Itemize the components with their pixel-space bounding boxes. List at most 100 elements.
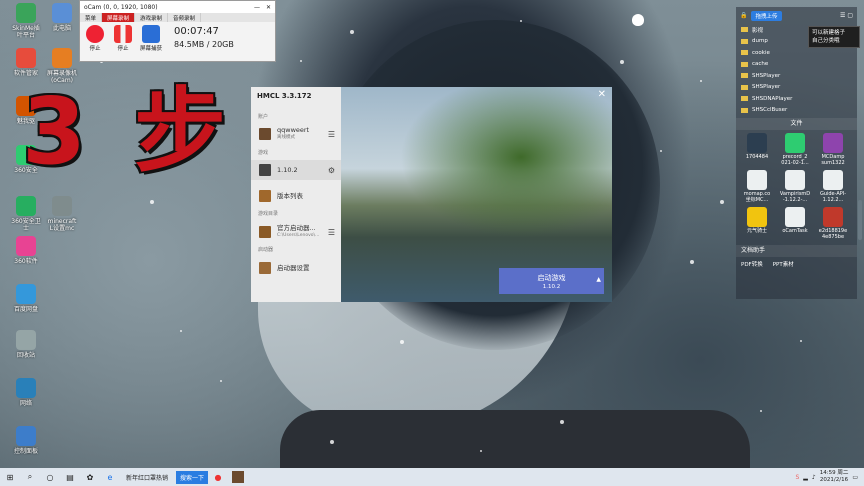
network-icon[interactable]: ▂ xyxy=(803,474,808,481)
snowflake xyxy=(350,30,354,34)
version-list-item[interactable]: 版本列表 xyxy=(251,186,341,206)
folder-item[interactable]: cookie xyxy=(736,47,857,59)
file-item[interactable]: MCDamp sum1322 xyxy=(814,133,852,166)
file-item[interactable]: oCamTask xyxy=(776,207,814,240)
app-icon xyxy=(52,196,72,216)
list-icon[interactable]: ☰ xyxy=(328,228,335,237)
app-icon xyxy=(16,378,36,398)
folder-item[interactable]: SHSDNAPlayer xyxy=(736,93,857,105)
folder-icon xyxy=(741,84,748,90)
snowflake xyxy=(800,340,802,342)
snowflake xyxy=(300,60,302,62)
minecraft-taskbar-icon[interactable] xyxy=(232,471,245,483)
desktop-icon[interactable]: 控制面板 xyxy=(4,426,48,455)
file-icon xyxy=(747,170,767,190)
file-item[interactable]: precord_2 021-02-1... xyxy=(776,133,814,166)
snowflake xyxy=(700,80,702,82)
panel-header: 🔒 拖拽上传 ☰ ▢ xyxy=(736,7,857,24)
search-icon[interactable]: ⌕ xyxy=(24,471,36,483)
game-dir-name: 官方启动器... xyxy=(277,224,316,232)
record-time: 00:07:47 xyxy=(174,26,219,37)
search-button[interactable]: 搜索一下 xyxy=(176,470,209,484)
app-icon xyxy=(16,330,36,350)
folder-item[interactable]: cache xyxy=(736,59,857,71)
folder-chest-icon xyxy=(259,226,271,238)
desktop-icon[interactable]: 网络 xyxy=(4,378,48,407)
launch-version: 1.10.2 xyxy=(542,284,561,290)
desktop-icon-label: 百度网盘 xyxy=(13,306,38,313)
file-item[interactable]: VampirismD -1.12.2-... xyxy=(776,170,814,203)
folder-label: 影视 xyxy=(752,27,764,34)
folder-item[interactable]: SHSCclBuser xyxy=(736,105,857,117)
tab-screen-record[interactable]: 屏幕录制 xyxy=(102,13,136,22)
file-label: 元气骑士 xyxy=(746,228,767,234)
tab-game-record[interactable]: 游戏录制 xyxy=(135,13,169,22)
tab-audio-record[interactable]: 音频录制 xyxy=(168,13,202,22)
folder-item[interactable]: SHSPlayer xyxy=(736,70,857,82)
folder-item[interactable]: SHSPlayer xyxy=(736,82,857,94)
ocam-window[interactable]: oCam (0, 0, 1920, 1080) — ✕ 菜单 屏幕录制 游戏录制 … xyxy=(79,0,276,62)
launcher-settings-item[interactable]: 启动器设置 xyxy=(251,258,341,278)
tab-menu[interactable]: 菜单 xyxy=(80,13,103,22)
files-title: 文件 xyxy=(736,118,857,130)
close-icon[interactable]: ✕ xyxy=(266,4,271,11)
desktop-icon[interactable]: 百度网盘 xyxy=(4,284,48,313)
ocam-tabs: 菜单 屏幕录制 游戏录制 音频录制 xyxy=(80,13,275,22)
ocam-titlebar[interactable]: oCam (0, 0, 1920, 1080) — ✕ xyxy=(80,1,275,13)
taskbar-browser-tab[interactable]: 新年红口罩热销 xyxy=(126,473,168,482)
desktop-icon[interactable]: 360软件 xyxy=(4,236,48,265)
desktop-icon-label: 此电脑 xyxy=(52,25,71,32)
task-view-icon[interactable]: ▤ xyxy=(64,471,76,483)
ocam-taskbar-icon[interactable]: ● xyxy=(212,471,224,483)
windows-start-icon[interactable]: ⊞ xyxy=(4,471,16,483)
file-item[interactable]: 1704484 xyxy=(738,133,776,166)
game-dir-item[interactable]: 官方启动器... C:\Users\Lenovo\... ☰ xyxy=(251,222,341,242)
list-icon[interactable]: ☰ xyxy=(328,130,335,139)
ppt-material-button[interactable]: PPT素材 xyxy=(773,260,794,268)
sogou-icon[interactable]: S xyxy=(795,474,799,481)
hmcl-title: HMCL 3.3.172 xyxy=(257,92,312,100)
minimize-icon[interactable]: — xyxy=(254,4,260,11)
app-icon xyxy=(16,236,36,256)
lock-icon[interactable]: 🔒 xyxy=(740,12,747,19)
capture-button[interactable]: 屏幕捕获 xyxy=(140,25,162,52)
browser-icon[interactable]: e xyxy=(104,471,116,483)
account-item[interactable]: qqwweert 离线模式 ☰ xyxy=(251,124,341,144)
upload-button[interactable]: 拖拽上传 xyxy=(751,10,782,21)
section-game-dir: 游戏目录 xyxy=(258,211,279,217)
notification-icon[interactable]: ▭ xyxy=(852,474,858,481)
desktop-icon[interactable]: 回收站 xyxy=(4,330,48,359)
clock[interactable]: 14:59 周二 2021/2/16 xyxy=(820,470,849,484)
chevron-up-icon[interactable]: ▲ xyxy=(596,276,601,283)
cat-icon[interactable] xyxy=(632,14,644,26)
gear-icon[interactable]: ⚙ xyxy=(328,166,335,175)
file-label: 1704484 xyxy=(745,154,769,160)
record-size: 84.5MB / 20GB xyxy=(174,40,234,49)
cortana-icon[interactable]: ○ xyxy=(44,471,56,483)
launch-label: 启动游戏 xyxy=(537,274,566,282)
close-icon[interactable]: ✕ xyxy=(598,89,606,100)
menu-icon[interactable]: ☰ ▢ xyxy=(840,12,853,19)
pause-button[interactable]: 停止 xyxy=(112,25,134,52)
snowflake xyxy=(720,200,724,204)
app-icon xyxy=(52,48,72,68)
hmcl-window[interactable]: HMCL 3.3.172 账户 qqwweert 离线模式 ☰ 游戏 1.10.2… xyxy=(251,87,612,302)
volume-icon[interactable]: ♪ xyxy=(812,474,816,481)
game-version-item[interactable]: 1.10.2 ⚙ xyxy=(251,160,341,180)
desktop-icon[interactable]: 此电脑 xyxy=(40,3,84,32)
app-icon[interactable]: ✿ xyxy=(84,471,96,483)
file-item[interactable]: 元气骑士 xyxy=(738,207,776,240)
file-label: e2d18819e 4e875be xyxy=(818,228,848,240)
scrollbar[interactable] xyxy=(858,200,862,240)
hmcl-sidebar: HMCL 3.3.172 账户 qqwweert 离线模式 ☰ 游戏 1.10.2… xyxy=(251,87,341,302)
file-item[interactable]: momap.co 坐标MC... xyxy=(738,170,776,203)
pdf-convert-button[interactable]: PDF转换 xyxy=(741,260,763,268)
folder-label: cookie xyxy=(752,49,770,56)
folder-icon xyxy=(741,38,748,44)
stop-button[interactable]: 停止 xyxy=(84,25,106,52)
launch-game-button[interactable]: 启动游戏 1.10.2 ▲ xyxy=(499,268,604,294)
desktop-icon[interactable]: minecraft L设置mc xyxy=(40,196,84,232)
file-item[interactable]: e2d18819e 4e875be xyxy=(814,207,852,240)
taskbar: ⊞ ⌕ ○ ▤ ✿ e 新年红口罩热销 搜索一下 ● S ▂ ♪ 14:59 周… xyxy=(0,468,864,486)
file-item[interactable]: Guide-API- 1.12.2... xyxy=(814,170,852,203)
